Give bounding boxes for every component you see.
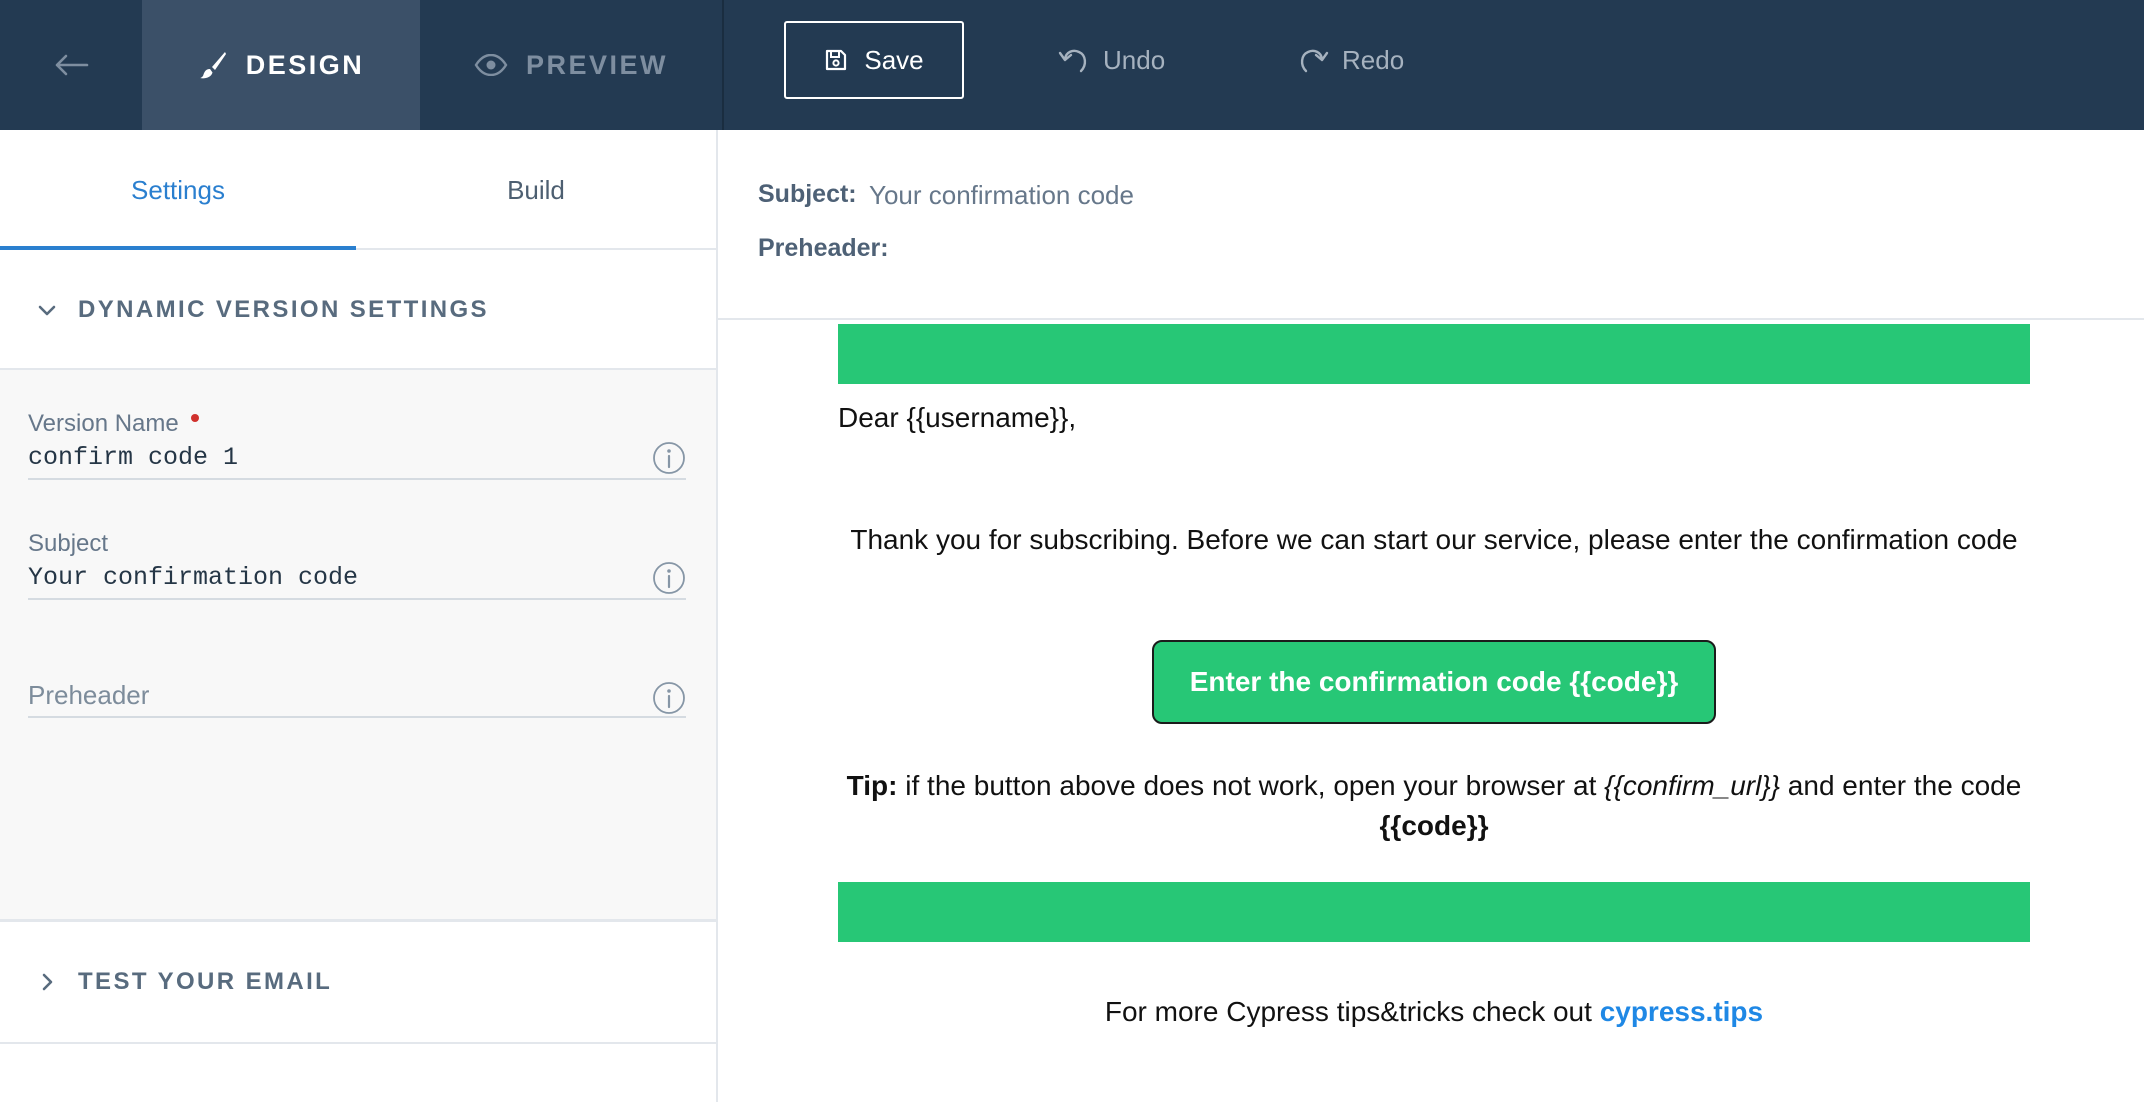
- subject-meta-label: Subject:: [758, 180, 857, 208]
- chevron-down-icon: [34, 297, 60, 323]
- confirm-code-button-label: Enter the confirmation code {{code}}: [1189, 666, 1679, 697]
- design-mode-label: DESIGN: [245, 49, 365, 80]
- redo-label: Redo: [1342, 44, 1405, 75]
- redo-button[interactable]: Redo: [1296, 38, 1404, 82]
- email-meta: Subject: Your confirmation code Preheade…: [718, 130, 2144, 320]
- info-icon[interactable]: [652, 681, 686, 715]
- email-intro: Thank you for subscribing. Before we can…: [850, 524, 2018, 555]
- undo-label: Undo: [1103, 44, 1166, 75]
- preview-mode-tab[interactable]: PREVIEW: [420, 0, 722, 130]
- email-tip: Tip: if the button above does not work, …: [838, 766, 2030, 846]
- confirm-code-button[interactable]: Enter the confirmation code {{code}}: [1152, 640, 1716, 724]
- toolbar-divider: [722, 0, 724, 130]
- tip-url: {{confirm_url}}: [1604, 770, 1781, 801]
- sidebar-tabs: Settings Build: [0, 130, 716, 250]
- undo-button[interactable]: Undo: [1057, 38, 1165, 82]
- back-button[interactable]: [0, 0, 142, 130]
- info-icon[interactable]: [652, 441, 686, 475]
- tab-build-label: Build: [507, 174, 565, 205]
- info-icon[interactable]: [652, 561, 686, 595]
- dynamic-version-settings-title: DYNAMIC VERSION SETTINGS: [78, 296, 489, 323]
- footer-text: For more Cypress tips&tricks check out: [1104, 996, 1600, 1027]
- email-header-bar: [838, 324, 2030, 384]
- version-name-label: Version Name: [28, 410, 179, 437]
- test-your-email-header[interactable]: TEST YOUR EMAIL: [0, 922, 716, 1044]
- tab-build[interactable]: Build: [356, 130, 716, 250]
- cypress-tips-link[interactable]: cypress.tips: [1600, 996, 1763, 1027]
- email-footer-bar: [838, 882, 2030, 942]
- email-footer: For more Cypress tips&tricks check out c…: [838, 996, 2030, 1028]
- save-button-label: Save: [864, 44, 924, 75]
- design-mode-tab[interactable]: DESIGN: [142, 0, 420, 130]
- email-greeting: Dear {{username}},: [838, 402, 1077, 433]
- dynamic-version-settings-header[interactable]: DYNAMIC VERSION SETTINGS: [0, 252, 716, 370]
- settings-panel: Settings Build DYNAMIC VERSION SETTINGS …: [0, 130, 718, 1102]
- email-preview-panel: Subject: Your confirmation code Preheade…: [718, 130, 2144, 1102]
- preheader-meta-label: Preheader:: [758, 234, 889, 262]
- tip-text-1: if the button above does not work, open …: [897, 770, 1605, 801]
- preheader-input[interactable]: [28, 674, 686, 718]
- undo-icon: [1058, 49, 1087, 73]
- version-name-input[interactable]: [28, 436, 686, 480]
- redo-icon: [1300, 49, 1329, 73]
- chevron-right-icon: [34, 969, 60, 995]
- version-settings-form: Version Name Subject: [0, 370, 716, 922]
- subject-label: Subject: [28, 530, 109, 557]
- preview-mode-label: PREVIEW: [525, 49, 669, 80]
- save-button[interactable]: Save: [784, 21, 964, 99]
- tip-text-2: and enter the code: [1780, 770, 2022, 801]
- subject-meta-value: Your confirmation code: [869, 180, 1134, 210]
- active-tab-indicator: [0, 246, 356, 250]
- tab-settings-label: Settings: [131, 174, 225, 205]
- arrow-left-icon: [55, 54, 89, 76]
- tab-settings[interactable]: Settings: [0, 130, 356, 250]
- top-toolbar: DESIGN PREVIEW Save Undo Redo: [0, 0, 2144, 130]
- floppy-disk-icon: [826, 49, 847, 71]
- test-your-email-title: TEST YOUR EMAIL: [78, 968, 333, 995]
- required-indicator: [191, 414, 199, 422]
- tip-label: Tip:: [846, 770, 898, 801]
- tip-code: {{code}}: [1379, 810, 1489, 841]
- eye-icon: [474, 54, 508, 76]
- subject-input[interactable]: [28, 556, 686, 600]
- paintbrush-icon: [199, 52, 226, 79]
